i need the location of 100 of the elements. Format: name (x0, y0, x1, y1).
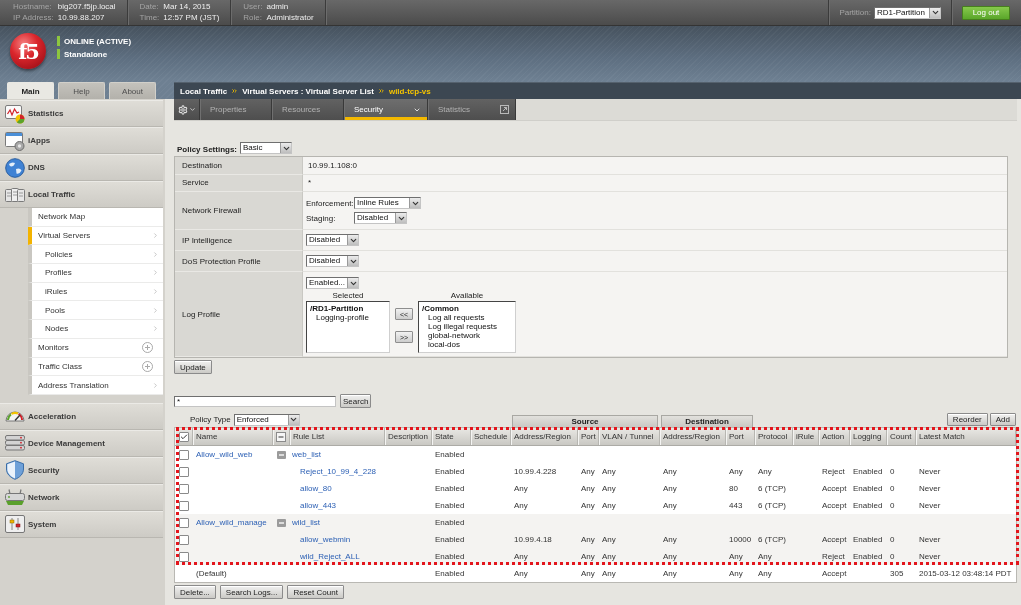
policy-link[interactable]: Allow_wild_manage (196, 518, 267, 527)
column-header[interactable]: Port (726, 428, 755, 445)
action-button[interactable]: Search Logs... (219, 585, 284, 599)
breadcrumb-link[interactable]: Virtual Servers : Virtual Server List (242, 86, 374, 96)
column-group-header: Source (512, 415, 658, 427)
breadcrumb-link[interactable]: Local Traffic (180, 86, 228, 96)
submenu-item[interactable]: Nodes (28, 320, 163, 339)
column-header[interactable]: Address/Region (511, 428, 578, 445)
row-checkbox[interactable] (179, 466, 189, 477)
listbox[interactable]: /RD1-Partition Logging-profile (306, 301, 390, 353)
status-text: ONLINE (ACTIVE) (64, 36, 132, 46)
column-header[interactable]: Logging (850, 428, 887, 445)
dropdown-select[interactable]: Inline Rules (354, 197, 421, 209)
collapse-icon[interactable] (277, 450, 286, 459)
info-label: Role: (243, 13, 263, 23)
submenu-item[interactable]: Policies (28, 245, 163, 265)
row-checkbox[interactable] (179, 551, 189, 562)
nav-item[interactable]: Network (0, 483, 163, 511)
table-cell: Enabled (435, 552, 465, 561)
policy-link[interactable]: Allow_wild_web (196, 450, 253, 459)
rule-list-link[interactable]: web_list (292, 450, 321, 459)
row-checkbox[interactable] (179, 517, 189, 528)
partition-select[interactable]: RD1-Partition (874, 6, 941, 19)
table-cell: Reject (822, 467, 845, 476)
submenu-item[interactable]: Pools (28, 301, 163, 321)
row-checkbox[interactable] (179, 500, 189, 511)
nav-item[interactable]: System (0, 510, 163, 538)
rule-link[interactable]: allow_443 (300, 501, 337, 510)
search-button[interactable]: Search (340, 394, 372, 408)
search-field[interactable]: * (174, 395, 336, 407)
shield-icon (5, 460, 25, 481)
column-header[interactable]: Port (578, 428, 599, 445)
column-header[interactable]: Count (887, 428, 916, 445)
property-value: 10.99.1.108:0 (307, 160, 357, 170)
column-header[interactable]: Latest Match (916, 428, 1016, 445)
column-header[interactable]: State (432, 428, 471, 445)
table-cell: Any (729, 569, 743, 578)
tab[interactable]: Properties (200, 99, 272, 120)
update-button[interactable]: Update (174, 360, 212, 374)
tab[interactable]: Statistics (428, 99, 516, 120)
column-header[interactable]: Schedule (471, 428, 511, 445)
column-header[interactable]: VLAN / Tunnel (599, 428, 660, 445)
rule-link[interactable]: Reject_10_99_4_228 (300, 467, 377, 476)
table-action-button[interactable]: Reorder (946, 413, 988, 426)
breadcrumb-link[interactable]: wild-tcp-vs (388, 86, 431, 96)
nav-item[interactable]: Device Management (0, 429, 163, 457)
table-cell: Any (758, 569, 772, 578)
list-option[interactable]: local-dos (422, 340, 460, 349)
action-button[interactable]: Reset Count (287, 585, 344, 599)
column-header[interactable]: Protocol (755, 428, 793, 445)
column-header[interactable]: iRule (793, 428, 819, 445)
list-option[interactable]: Logging-profile (310, 313, 369, 322)
sidebar-tab[interactable]: Main (7, 82, 54, 99)
collapse-icon[interactable] (277, 518, 286, 527)
submenu-item[interactable]: Network Map (28, 208, 163, 227)
column-header[interactable]: Description (385, 428, 432, 445)
table-cell: 0 (890, 501, 895, 510)
nav-item[interactable]: Security (0, 456, 163, 484)
rule-link[interactable]: allow_webmin (300, 535, 351, 544)
table-cell: 6 (TCP) (758, 501, 786, 510)
tab[interactable]: Security (344, 99, 428, 120)
nav-item[interactable]: Local Traffic (0, 181, 163, 208)
rule-list-link[interactable]: wild_list (292, 518, 320, 527)
dropdown-select[interactable]: Enabled... (306, 277, 359, 289)
column-header[interactable]: Name (193, 428, 273, 445)
table-cell: Any (602, 552, 616, 561)
column-header[interactable]: Address/Region (660, 428, 726, 445)
sidebar-tab[interactable]: About (109, 82, 156, 99)
nav-item[interactable]: DNS (0, 154, 163, 181)
policy-settings-select[interactable]: Basic (240, 142, 292, 154)
submenu-item[interactable]: Profiles (28, 264, 163, 283)
nav-item[interactable]: iApps (0, 127, 163, 154)
policy-type-select[interactable]: Enforced (233, 413, 300, 426)
dropdown-select[interactable]: Disabled (306, 255, 359, 267)
dropdown-arrow-icon (395, 213, 406, 223)
column-header[interactable]: Action (819, 428, 850, 445)
list-option[interactable]: Log all requests (422, 313, 485, 322)
list-option[interactable]: Log illegal requests (422, 322, 497, 331)
list-option[interactable]: global-network (422, 331, 481, 340)
select-all-checkbox[interactable] (178, 431, 189, 442)
nav-item[interactable]: Statistics (0, 100, 163, 127)
row-checkbox[interactable] (179, 534, 189, 545)
sidebar-tab[interactable]: Help (58, 82, 105, 99)
tab[interactable]: Resources (272, 99, 344, 120)
nav-item[interactable]: Acceleration (0, 402, 163, 430)
table-cell: Any (514, 501, 528, 510)
gear-menu-button[interactable] (174, 99, 200, 120)
dropdown-select[interactable]: Disabled (354, 212, 407, 224)
column-header[interactable]: Rule List (290, 428, 385, 445)
rule-link[interactable]: wild_Reject_ALL (300, 552, 360, 561)
row-checkbox[interactable] (179, 483, 189, 494)
collapse-all-icon[interactable] (276, 431, 286, 442)
action-button[interactable]: Delete... (174, 585, 216, 599)
submenu-item[interactable]: Address Translation (28, 376, 163, 395)
table-action-button[interactable]: Add (989, 413, 1016, 426)
listbox[interactable]: /Common Log all requests Log illegal requests global-network local-dos (418, 301, 516, 353)
property-label: Log Profile (175, 272, 303, 357)
dropdown-select[interactable]: Disabled (306, 234, 359, 246)
row-checkbox[interactable] (179, 449, 189, 460)
rule-link[interactable]: allow_80 (300, 484, 332, 493)
